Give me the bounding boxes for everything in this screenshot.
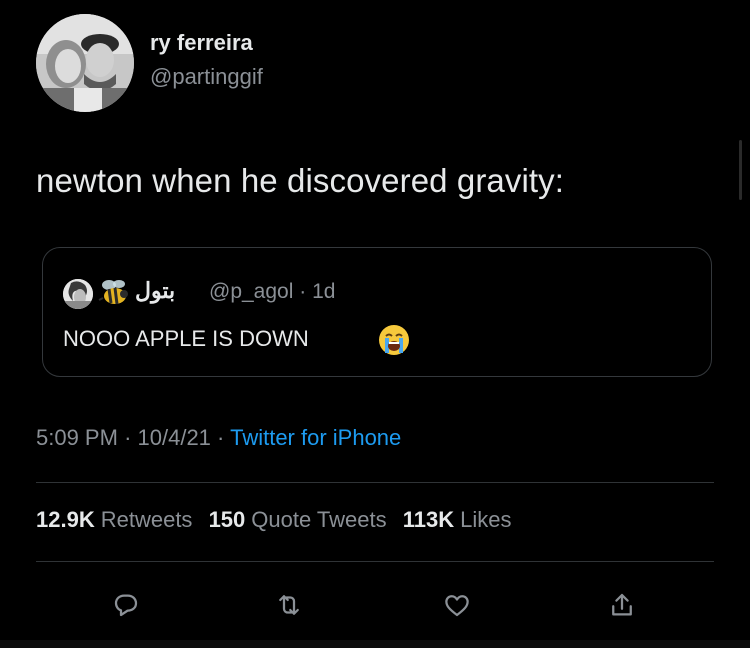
likes-count: 113K	[402, 507, 455, 532]
quoted-author-display-name: بتول	[135, 278, 176, 303]
retweets-label: Retweets	[100, 507, 193, 532]
divider	[36, 482, 714, 483]
author-handle[interactable]: @partinggif	[150, 64, 263, 90]
reply-icon	[114, 594, 138, 617]
quoted-tweet-card[interactable]: بتول @p_agol · 1d NOOO APPLE IS DOWN	[42, 247, 712, 377]
tweet-source-link[interactable]: Twitter for iPhone	[230, 425, 401, 450]
tweet-time[interactable]: 5:09 PM	[36, 425, 118, 450]
retweet-icon	[279, 595, 299, 615]
loudly-crying-face-icon	[377, 323, 411, 357]
quote-tweets-count: 150	[208, 507, 246, 532]
timestamp-separator: ·	[124, 425, 132, 450]
scrollbar[interactable]	[739, 140, 742, 200]
author-display-name[interactable]: ry ferreira	[150, 30, 253, 56]
quoted-tweet-meta: @p_agol · 1d	[209, 280, 335, 304]
divider	[36, 561, 714, 562]
quote-tweets-label: Quote Tweets	[251, 507, 387, 532]
quoted-tweet-age: 1d	[312, 280, 336, 303]
like-button[interactable]	[439, 587, 475, 623]
author-avatar[interactable]	[36, 14, 134, 112]
timestamp-separator: ·	[217, 425, 225, 450]
tweet-detail: ry ferreira @partinggif newton when he d…	[0, 0, 750, 648]
likes-label: Likes	[460, 507, 512, 532]
author-photo-image	[36, 14, 134, 112]
bee-icon	[97, 278, 131, 308]
share-icon	[612, 593, 632, 616]
tweet-timestamp: 5:09 PM · 10/4/21 · Twitter for iPhone	[36, 425, 401, 451]
quote-tweets-stat[interactable]: 150 Quote Tweets	[209, 507, 387, 532]
tweet-date[interactable]: 10/4/21	[138, 425, 211, 450]
tweet-text: newton when he discovered gravity:	[36, 162, 565, 199]
quoted-meta-separator: ·	[299, 280, 307, 303]
likes-stat[interactable]: 113K Likes	[403, 507, 512, 532]
quoted-author-avatar	[63, 279, 93, 309]
retweets-stat[interactable]: 12.9K Retweets	[36, 507, 192, 532]
retweet-button[interactable]	[271, 587, 307, 623]
tweet-stats: 12.9K Retweets 150 Quote Tweets 113K Likes	[36, 507, 522, 533]
bottom-edge	[0, 640, 750, 648]
retweets-count: 12.9K	[36, 507, 95, 532]
quoted-avatar-image	[63, 279, 93, 309]
quoted-author-handle: @p_agol	[209, 280, 294, 303]
quoted-tweet-text: NOOO APPLE IS DOWN	[63, 326, 309, 351]
heart-icon	[445, 595, 469, 617]
reply-button[interactable]	[108, 587, 144, 623]
share-button[interactable]	[604, 587, 640, 623]
